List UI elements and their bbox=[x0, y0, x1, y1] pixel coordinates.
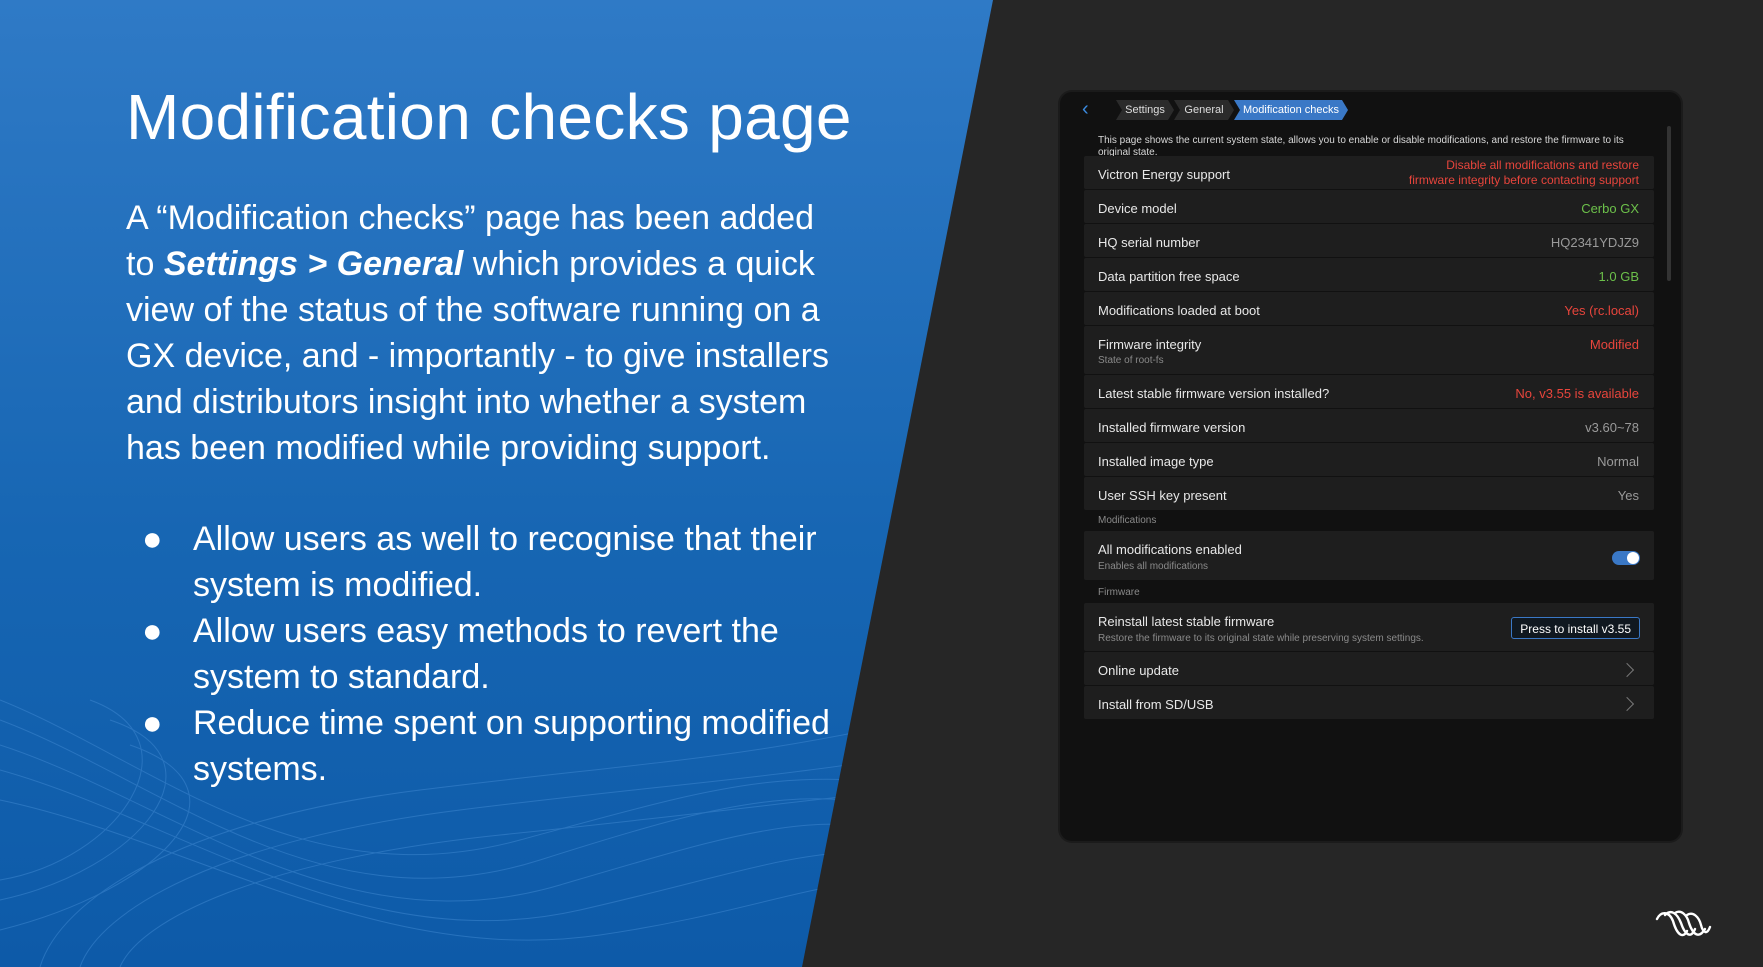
row-label: Install from SD/USB bbox=[1098, 697, 1214, 712]
row-serial-number: HQ serial number HQ2341YDJZ9 bbox=[1084, 224, 1654, 257]
row-value: Disable all modifications and restore fi… bbox=[1408, 158, 1639, 187]
row-value: Normal bbox=[1597, 454, 1639, 469]
row-label: Victron Energy support bbox=[1098, 167, 1230, 182]
intro-emphasis: Settings > General bbox=[163, 245, 464, 283]
row-firmware-version: Installed firmware version v3.60~78 bbox=[1084, 409, 1654, 442]
row-label: User SSH key present bbox=[1098, 488, 1227, 503]
row-label: Device model bbox=[1098, 201, 1177, 216]
row-label: All modifications enabled bbox=[1098, 542, 1242, 557]
row-label: Installed image type bbox=[1098, 454, 1214, 469]
row-sublabel: Restore the firmware to its original sta… bbox=[1098, 633, 1424, 644]
row-label: Installed firmware version bbox=[1098, 420, 1246, 435]
bullet-dot-icon: ● bbox=[142, 704, 163, 742]
left-panel: Modification checks page A “Modification… bbox=[0, 0, 993, 967]
toggle-knob bbox=[1627, 552, 1639, 564]
row-reinstall-firmware: Reinstall latest stable firmware Restore… bbox=[1084, 603, 1654, 651]
bullet-text: Allow users as well to recognise that th… bbox=[193, 520, 817, 604]
row-value: Yes (rc.local) bbox=[1564, 303, 1639, 318]
row-all-modifications[interactable]: All modifications enabled Enables all mo… bbox=[1084, 531, 1654, 580]
row-value: Cerbo GX bbox=[1581, 201, 1639, 216]
modifications-toggle[interactable] bbox=[1612, 551, 1640, 565]
row-online-update[interactable]: Online update bbox=[1084, 652, 1654, 685]
row-label: Firmware integrity bbox=[1098, 337, 1202, 352]
chevron-left-icon[interactable]: ‹ bbox=[1082, 98, 1089, 121]
bullet-list: ● Allow users as well to recognise that t… bbox=[126, 516, 846, 792]
slide-title: Modification checks page bbox=[126, 81, 852, 153]
breadcrumb-modification-checks: Modification checks bbox=[1234, 100, 1348, 120]
row-label: Reinstall latest stable firmware bbox=[1098, 614, 1275, 629]
row-latest-firmware: Latest stable firmware version installed… bbox=[1084, 375, 1654, 408]
chevron-right-icon bbox=[1619, 696, 1635, 712]
breadcrumb-general[interactable]: General bbox=[1174, 100, 1234, 120]
row-victron-support: Victron Energy support Disable all modif… bbox=[1084, 156, 1654, 189]
row-label: Online update bbox=[1098, 663, 1179, 678]
device-screen: ‹ Settings General Modification checks T… bbox=[1060, 92, 1681, 841]
section-modifications: Modifications bbox=[1098, 515, 1157, 526]
row-value: v3.60~78 bbox=[1585, 420, 1639, 435]
row-label: Modifications loaded at boot bbox=[1098, 303, 1260, 318]
row-label: Latest stable firmware version installed… bbox=[1098, 386, 1330, 401]
bullet-item: ● Allow users as well to recognise that t… bbox=[126, 516, 846, 608]
bullet-item: ● Allow users easy methods to revert the … bbox=[126, 608, 846, 700]
bullet-text: Allow users easy methods to revert the s… bbox=[193, 612, 779, 696]
scrollbar[interactable] bbox=[1667, 126, 1671, 281]
breadcrumb-settings[interactable]: Settings bbox=[1116, 100, 1174, 120]
bullet-item: ● Reduce time spent on supporting modifie… bbox=[126, 700, 846, 792]
row-device-model: Device model Cerbo GX bbox=[1084, 190, 1654, 223]
row-sublabel: State of root-fs bbox=[1098, 355, 1164, 366]
install-firmware-button[interactable]: Press to install v3.55 bbox=[1511, 617, 1640, 639]
bullet-dot-icon: ● bbox=[142, 612, 163, 650]
intro-paragraph: A “Modification checks” page has been ad… bbox=[126, 195, 846, 471]
row-value: Yes bbox=[1617, 488, 1639, 503]
row-sublabel: Enables all modifications bbox=[1098, 561, 1209, 572]
row-value: 1.0 GB bbox=[1598, 269, 1639, 284]
bullet-text: Reduce time spent on supporting modified… bbox=[193, 704, 830, 788]
row-value: Modified bbox=[1589, 337, 1639, 352]
section-firmware: Firmware bbox=[1098, 587, 1140, 598]
row-ssh-key: User SSH key present Yes bbox=[1084, 477, 1654, 510]
row-label: Data partition free space bbox=[1098, 269, 1240, 284]
top-bar: ‹ Settings General Modification checks bbox=[1060, 92, 1681, 124]
row-modifications-boot: Modifications loaded at boot Yes (rc.loc… bbox=[1084, 292, 1654, 325]
row-free-space: Data partition free space 1.0 GB bbox=[1084, 258, 1654, 291]
row-firmware-integrity: Firmware integrity State of root-fs Modi… bbox=[1084, 326, 1654, 374]
row-image-type: Installed image type Normal bbox=[1084, 443, 1654, 476]
row-install-sd-usb[interactable]: Install from SD/USB bbox=[1084, 686, 1654, 719]
bullet-dot-icon: ● bbox=[142, 520, 163, 558]
row-value: No, v3.55 is available bbox=[1515, 386, 1639, 401]
row-value: HQ2341YDJZ9 bbox=[1550, 235, 1639, 250]
row-label: HQ serial number bbox=[1098, 235, 1200, 250]
victron-logo-icon bbox=[1655, 910, 1712, 937]
chevron-right-icon bbox=[1619, 662, 1635, 678]
